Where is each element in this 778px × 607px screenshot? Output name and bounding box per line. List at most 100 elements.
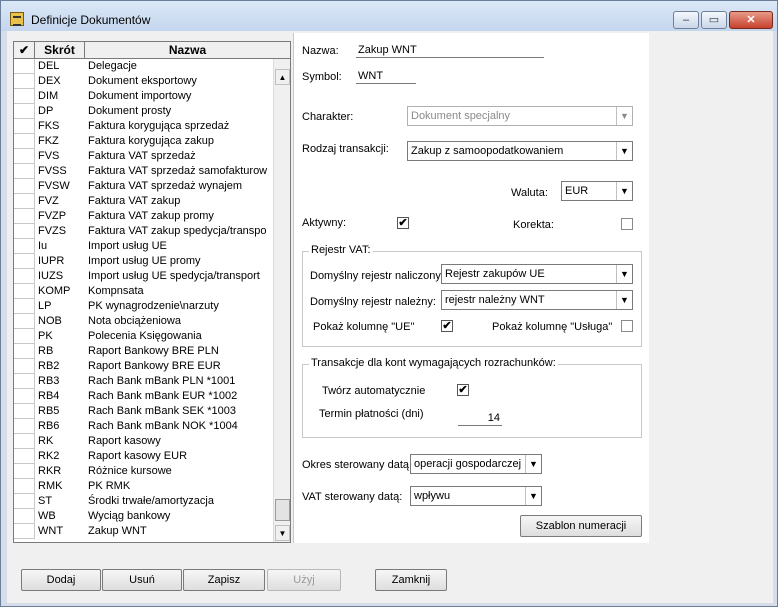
- close-window-button[interactable]: ✕: [729, 11, 773, 29]
- chevron-down-icon[interactable]: ▼: [525, 487, 541, 505]
- list-item[interactable]: DEL Delegacje: [14, 59, 273, 74]
- chevron-down-icon[interactable]: ▼: [616, 182, 632, 200]
- list-item[interactable]: RK2 Raport kasowy EUR: [14, 449, 273, 464]
- list-item[interactable]: FVSW Faktura VAT sprzedaż wynajem: [14, 179, 273, 194]
- name-field[interactable]: Zakup WNT: [356, 42, 544, 58]
- list-item[interactable]: RB5 Rach Bank mBank SEK *1003: [14, 404, 273, 419]
- list-item[interactable]: FKS Faktura korygująca sprzedaż: [14, 119, 273, 134]
- period-date-select[interactable]: operacji gospodarczej ▼: [410, 454, 542, 474]
- list-item[interactable]: FVZP Faktura VAT zakup promy: [14, 209, 273, 224]
- row-check-cell[interactable]: [14, 134, 35, 149]
- list-item[interactable]: FKZ Faktura korygująca zakup: [14, 134, 273, 149]
- show-ue-checkbox[interactable]: ✔: [441, 320, 453, 332]
- chevron-down-icon[interactable]: ▼: [616, 291, 632, 309]
- chevron-down-icon[interactable]: ▼: [616, 265, 632, 283]
- add-button[interactable]: Dodaj: [21, 569, 101, 591]
- row-check-cell[interactable]: [14, 89, 35, 104]
- row-check-cell[interactable]: [14, 344, 35, 359]
- list-item[interactable]: PK Polecenia Księgowania: [14, 329, 273, 344]
- row-check-cell[interactable]: [14, 269, 35, 284]
- row-check-cell[interactable]: [14, 59, 35, 74]
- row-check-cell[interactable]: [14, 119, 35, 134]
- list-item[interactable]: KOMP Kompnsata: [14, 284, 273, 299]
- row-check-cell[interactable]: [14, 494, 35, 509]
- list-item[interactable]: DIM Dokument importowy: [14, 89, 273, 104]
- chevron-down-icon[interactable]: ▼: [616, 142, 632, 160]
- list-item[interactable]: FVSS Faktura VAT sprzedaż samofakturow: [14, 164, 273, 179]
- maximize-button[interactable]: ▭: [701, 11, 727, 29]
- row-check-cell[interactable]: [14, 104, 35, 119]
- list-item[interactable]: RB6 Rach Bank mBank NOK *1004: [14, 419, 273, 434]
- row-check-cell[interactable]: [14, 149, 35, 164]
- delete-button[interactable]: Usuń: [102, 569, 182, 591]
- chevron-down-icon[interactable]: ▼: [525, 455, 541, 473]
- close-button[interactable]: Zamknij: [375, 569, 447, 591]
- list-item[interactable]: WB Wyciąg bankowy: [14, 509, 273, 524]
- code-column-header[interactable]: Skrót: [35, 42, 85, 58]
- row-check-cell[interactable]: [14, 509, 35, 524]
- row-check-cell[interactable]: [14, 419, 35, 434]
- list-item[interactable]: WNT Zakup WNT: [14, 524, 273, 539]
- row-check-cell[interactable]: [14, 449, 35, 464]
- scroll-thumb[interactable]: [275, 499, 290, 521]
- list-scrollbar[interactable]: ▲ ▼: [273, 59, 290, 542]
- symbol-field[interactable]: WNT: [356, 68, 416, 84]
- row-check-cell[interactable]: [14, 464, 35, 479]
- row-check-cell[interactable]: [14, 404, 35, 419]
- list-item[interactable]: DP Dokument prosty: [14, 104, 273, 119]
- vat-date-select[interactable]: wpływu ▼: [410, 486, 542, 506]
- transaction-type-select[interactable]: Zakup z samoopodatkowaniem ▼: [407, 141, 633, 161]
- input-register-select[interactable]: Rejestr zakupów UE ▼: [441, 264, 633, 284]
- row-check-cell[interactable]: [14, 374, 35, 389]
- numbering-template-button[interactable]: Szablon numeracji: [520, 515, 642, 537]
- save-button[interactable]: Zapisz: [183, 569, 265, 591]
- list-item[interactable]: RB2 Raport Bankowy BRE EUR: [14, 359, 273, 374]
- auto-create-checkbox[interactable]: ✔: [457, 384, 469, 396]
- list-item[interactable]: FVZS Faktura VAT zakup spedycja/transpo: [14, 224, 273, 239]
- row-check-cell[interactable]: [14, 209, 35, 224]
- row-check-cell[interactable]: [14, 164, 35, 179]
- list-item[interactable]: RK Raport kasowy: [14, 434, 273, 449]
- list-item[interactable]: IUZS Import usług UE spedycja/transport: [14, 269, 273, 284]
- row-check-cell[interactable]: [14, 284, 35, 299]
- row-check-cell[interactable]: [14, 179, 35, 194]
- row-check-cell[interactable]: [14, 479, 35, 494]
- list-item[interactable]: RB Raport Bankowy BRE PLN: [14, 344, 273, 359]
- row-check-cell[interactable]: [14, 224, 35, 239]
- correction-checkbox[interactable]: [621, 218, 633, 230]
- row-check-cell[interactable]: [14, 299, 35, 314]
- list-item[interactable]: NOB Nota obciążeniowa: [14, 314, 273, 329]
- row-check-cell[interactable]: [14, 359, 35, 374]
- list-item[interactable]: RMK PK RMK: [14, 479, 273, 494]
- list-item[interactable]: FVS Faktura VAT sprzedaż: [14, 149, 273, 164]
- list-item[interactable]: RKR Różnice kursowe: [14, 464, 273, 479]
- list-item[interactable]: ST Środki trwałe/amortyzacja: [14, 494, 273, 509]
- row-check-cell[interactable]: [14, 194, 35, 209]
- row-check-cell[interactable]: [14, 329, 35, 344]
- currency-select[interactable]: EUR ▼: [561, 181, 633, 201]
- scroll-down-icon[interactable]: ▼: [275, 525, 290, 541]
- row-check-cell[interactable]: [14, 524, 35, 539]
- payment-term-field[interactable]: 14: [458, 410, 502, 426]
- list-item[interactable]: RB4 Rach Bank mBank EUR *1002: [14, 389, 273, 404]
- row-check-cell[interactable]: [14, 314, 35, 329]
- list-item[interactable]: FVZ Faktura VAT zakup: [14, 194, 273, 209]
- check-column-header[interactable]: ✔: [14, 42, 35, 58]
- row-check-cell[interactable]: [14, 254, 35, 269]
- name-column-header[interactable]: Nazwa: [85, 42, 290, 58]
- document-list[interactable]: ✔ Skrót Nazwa DEL Delegacje DEX Dokument ek…: [13, 41, 291, 543]
- row-check-cell[interactable]: [14, 74, 35, 89]
- active-checkbox[interactable]: ✔: [397, 217, 409, 229]
- scroll-up-icon[interactable]: ▲: [275, 69, 290, 85]
- list-item[interactable]: DEX Dokument eksportowy: [14, 74, 273, 89]
- output-register-select[interactable]: rejestr należny WNT ▼: [441, 290, 633, 310]
- row-check-cell[interactable]: [14, 239, 35, 254]
- list-item[interactable]: Iu Import usług UE: [14, 239, 273, 254]
- list-item[interactable]: RB3 Rach Bank mBank PLN *1001: [14, 374, 273, 389]
- list-item[interactable]: IUPR Import usług UE promy: [14, 254, 273, 269]
- minimize-button[interactable]: –: [673, 11, 699, 29]
- row-check-cell[interactable]: [14, 434, 35, 449]
- list-item[interactable]: LP PK wynagrodzenie\narzuty: [14, 299, 273, 314]
- row-check-cell[interactable]: [14, 389, 35, 404]
- show-service-checkbox[interactable]: [621, 320, 633, 332]
